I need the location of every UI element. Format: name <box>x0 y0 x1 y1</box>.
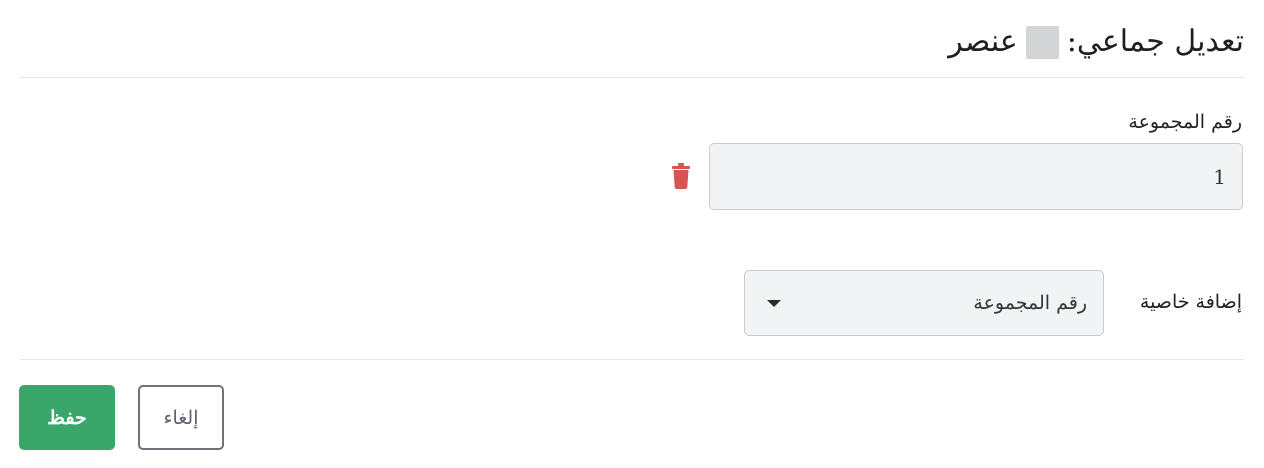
page-title: تعديل جماعي: عنصر <box>948 22 1244 62</box>
title-text: تعديل جماعي: <box>1066 24 1244 59</box>
caret-down-icon <box>767 300 781 307</box>
group-number-input[interactable] <box>709 143 1243 210</box>
cancel-button[interactable]: إلغاء <box>138 385 224 450</box>
save-button[interactable]: حفظ <box>19 385 115 450</box>
count-label: عنصر <box>948 24 1018 59</box>
add-property-label: إضافة خاصية <box>1139 291 1242 313</box>
group-number-label: رقم المجموعة <box>1128 111 1242 133</box>
add-property-selected-value: رقم المجموعة <box>973 292 1087 314</box>
trash-icon[interactable] <box>671 163 691 189</box>
footer-divider <box>20 359 1244 360</box>
add-property-select[interactable]: رقم المجموعة <box>744 270 1104 336</box>
selected-count-placeholder <box>1025 25 1059 59</box>
modal-header: تعديل جماعي: عنصر <box>20 18 1244 78</box>
